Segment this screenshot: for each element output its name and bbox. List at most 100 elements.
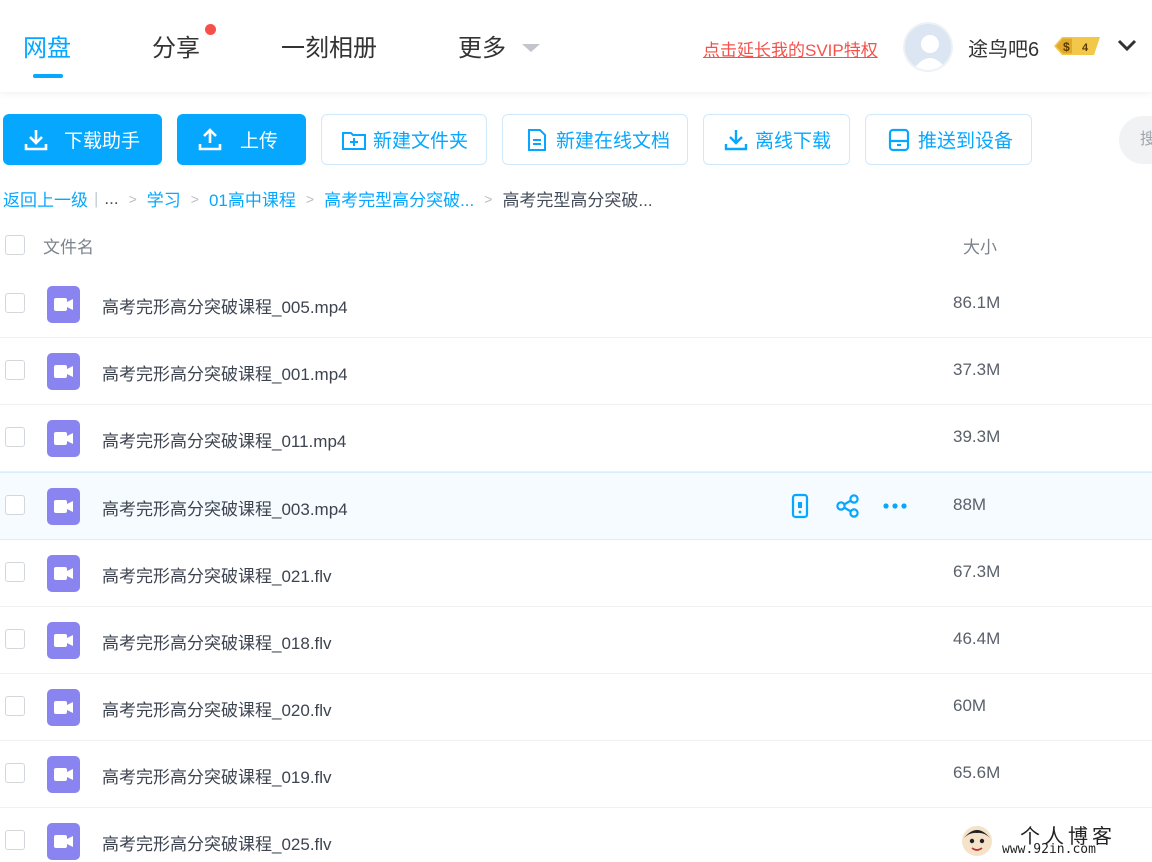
tab-album[interactable]: 一刻相册 (281, 28, 377, 63)
video-file-icon (47, 353, 80, 390)
column-header-name[interactable]: 文件名 (43, 233, 94, 258)
push-to-device-label: 推送到设备 (918, 131, 1014, 152)
blog-watermark: 个人博客 www.92in.com (950, 818, 1152, 862)
file-name[interactable]: 高考完形高分突破课程_019.flv (102, 763, 332, 788)
download-icon (23, 127, 49, 153)
file-name[interactable]: 高考完形高分突破课程_001.mp4 (102, 360, 348, 385)
table-row[interactable]: 高考完形高分突破课程_018.flv 46.4M (0, 607, 1152, 674)
vip-badge-symbol: $ (1063, 40, 1070, 54)
video-file-icon (47, 420, 80, 457)
file-size: 86.1M (953, 293, 1001, 312)
video-file-icon (47, 488, 80, 525)
video-file-icon (47, 622, 80, 659)
chevron-right-icon: > (484, 190, 493, 207)
push-to-device-button[interactable]: 推送到设备 (865, 114, 1032, 165)
table-row[interactable]: 高考完形高分突破课程_021.flv 67.3M (0, 540, 1152, 607)
table-row[interactable]: 高考完形高分突破课程_020.flv 60M (0, 674, 1152, 741)
active-tab-indicator (33, 74, 63, 78)
tab-netdisk[interactable]: 网盘 (23, 28, 71, 63)
new-folder-button[interactable]: 新建文件夹 (321, 114, 487, 165)
file-size: 60M (953, 696, 987, 715)
breadcrumb-item-highschool[interactable]: 01高中课程 (209, 186, 296, 211)
upload-icon (197, 127, 223, 153)
row-checkbox[interactable] (5, 696, 25, 716)
vip-level-badge: $ 4 (1052, 35, 1102, 57)
file-name[interactable]: 高考完形高分突破课程_021.flv (102, 562, 332, 587)
table-row[interactable]: 高考完形高分突破课程_011.mp4 39.3M (0, 405, 1152, 472)
more-dropdown-caret-icon[interactable] (522, 44, 540, 52)
video-file-icon (47, 689, 80, 726)
table-row[interactable]: 高考完形高分突破课程_001.mp4 37.3M (0, 338, 1152, 405)
user-menu-chevron-icon[interactable] (1116, 36, 1138, 54)
back-link[interactable]: 返回上一级 (3, 186, 88, 211)
row-checkbox[interactable] (5, 293, 25, 313)
column-header-size[interactable]: 大小 (963, 233, 997, 258)
row-checkbox[interactable] (5, 830, 25, 850)
breadcrumb-divider: | (94, 188, 99, 208)
file-size: 67.3M (953, 562, 1001, 581)
file-name[interactable]: 高考完形高分突破课程_005.mp4 (102, 293, 348, 318)
chevron-right-icon: > (190, 190, 199, 207)
chevron-right-icon: > (305, 190, 315, 207)
video-file-icon (47, 823, 80, 860)
breadcrumb-item-study[interactable]: 学习 (147, 186, 181, 211)
file-size: 46.4M (953, 629, 1001, 648)
row-checkbox[interactable] (5, 495, 25, 515)
video-file-icon (47, 555, 80, 592)
new-online-doc-button[interactable]: 新建在线文档 (502, 114, 688, 165)
top-navigation: 网盘 分享 一刻相册 更多 点击延长我的SVIP特权 途鸟吧6 $ 4 (0, 0, 1152, 92)
table-row[interactable]: 高考完形高分突破课程_019.flv 65.6M (0, 741, 1152, 808)
tab-more[interactable]: 更多 (458, 28, 506, 63)
svip-renew-link[interactable]: 点击延长我的SVIP特权 (703, 36, 878, 61)
file-size: 39.3M (953, 427, 1001, 446)
breadcrumb-current: 高考完型高分突破... (502, 191, 653, 210)
download-helper-label: 下载助手 (64, 131, 141, 152)
device-icon (886, 127, 912, 153)
file-size: 65.6M (953, 763, 1001, 782)
row-checkbox[interactable] (5, 360, 25, 380)
file-name[interactable]: 高考完形高分突破课程_025.flv (102, 830, 332, 855)
offline-download-icon (723, 127, 749, 153)
offline-download-label: 离线下载 (755, 131, 832, 152)
share-icon[interactable] (835, 493, 861, 519)
row-checkbox[interactable] (5, 763, 25, 783)
push-to-phone-icon[interactable] (787, 493, 813, 519)
breadcrumb-ellipsis[interactable]: ... (104, 189, 118, 209)
user-silhouette-icon (905, 24, 951, 70)
select-all-checkbox[interactable] (5, 235, 25, 255)
avatar[interactable] (903, 22, 953, 72)
vip-badge-icon: $ 4 (1054, 37, 1100, 55)
video-file-icon (47, 286, 80, 323)
row-checkbox[interactable] (5, 629, 25, 649)
file-name[interactable]: 高考完形高分突破课程_011.mp4 (102, 427, 346, 452)
file-name[interactable]: 高考完形高分突破课程_003.mp4 (102, 495, 348, 520)
username[interactable]: 途鸟吧6 (968, 33, 1039, 62)
new-folder-icon (341, 127, 367, 153)
table-row[interactable]: 高考完形高分突破课程_003.mp4 88M (0, 472, 1152, 540)
table-row[interactable]: 高考完形高分突破课程_005.mp4 86.1M (0, 271, 1152, 338)
upload-label: 上传 (240, 131, 279, 152)
upload-button[interactable]: 上传 (177, 114, 306, 165)
file-name[interactable]: 高考完形高分突破课程_018.flv (102, 629, 332, 654)
vip-badge-level: 4 (1082, 42, 1089, 54)
mascot-logo-icon (962, 826, 992, 856)
search-input[interactable]: 搜 (1119, 116, 1152, 164)
file-size: 37.3M (953, 360, 1001, 379)
video-file-icon (47, 756, 80, 793)
new-folder-label: 新建文件夹 (373, 131, 469, 152)
file-size: 88M (953, 495, 987, 514)
new-online-doc-label: 新建在线文档 (556, 131, 671, 152)
breadcrumb: 返回上一级 | ... > 学习 > 01高中课程 > 高考完型高分突破... … (3, 186, 653, 211)
document-icon (524, 127, 550, 153)
row-checkbox[interactable] (5, 427, 25, 447)
download-helper-button[interactable]: 下载助手 (3, 114, 162, 165)
offline-download-button[interactable]: 离线下载 (703, 114, 850, 165)
breadcrumb-item-course[interactable]: 高考完型高分突破... (324, 186, 474, 211)
table-header: 文件名 大小 (0, 218, 1152, 272)
row-checkbox[interactable] (5, 562, 25, 582)
more-icon[interactable] (882, 493, 908, 519)
notification-dot (205, 24, 216, 35)
tab-share[interactable]: 分享 (152, 28, 200, 63)
file-name[interactable]: 高考完形高分突破课程_020.flv (102, 696, 332, 721)
chevron-right-icon: > (128, 190, 137, 207)
